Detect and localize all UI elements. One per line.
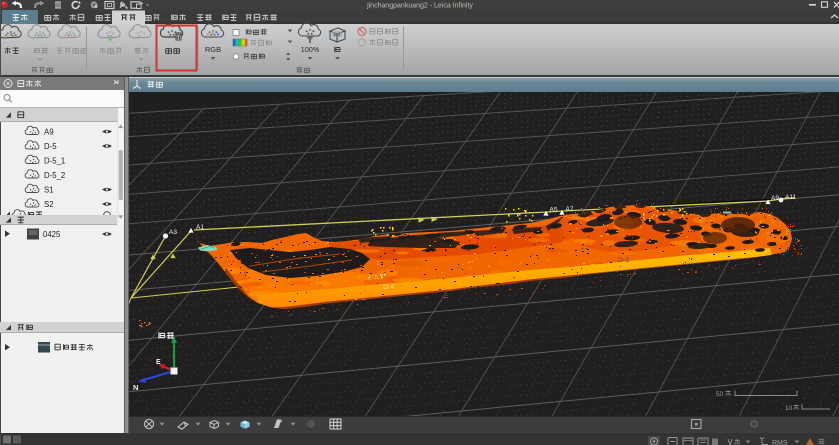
svg-text:RMS: RMS	[772, 440, 788, 445]
svg-text:D-5_2: D-5_2	[44, 171, 65, 180]
svg-text:A5: A5	[550, 207, 558, 214]
svg-text:A1: A1	[196, 224, 204, 231]
svg-text:0425: 0425	[43, 230, 61, 239]
svg-text:xyz: xyz	[334, 32, 342, 37]
svg-text:jinchangpankuang2 - Leica Infi: jinchangpankuang2 - Leica Infinity	[366, 3, 473, 10]
svg-text:10: 10	[785, 405, 793, 412]
svg-text:D-5_1: D-5_1	[44, 157, 65, 166]
svg-text:D-4: D-4	[383, 284, 394, 291]
svg-text:RGB: RGB	[205, 45, 221, 54]
svg-text:A3: A3	[169, 229, 177, 236]
svg-text:N: N	[133, 383, 138, 392]
svg-text:A9: A9	[771, 195, 779, 202]
svg-text:S1: S1	[44, 186, 54, 195]
svg-text:A7: A7	[566, 206, 574, 213]
svg-text:A11: A11	[785, 194, 796, 201]
svg-text:A9: A9	[44, 128, 54, 137]
svg-text:50: 50	[716, 391, 724, 398]
svg-text:D-3: D-3	[618, 257, 629, 264]
svg-text:D-5: D-5	[44, 142, 57, 151]
svg-text:S2: S2	[44, 200, 54, 209]
svg-text:E: E	[156, 359, 161, 366]
svg-text:100%: 100%	[301, 45, 320, 54]
